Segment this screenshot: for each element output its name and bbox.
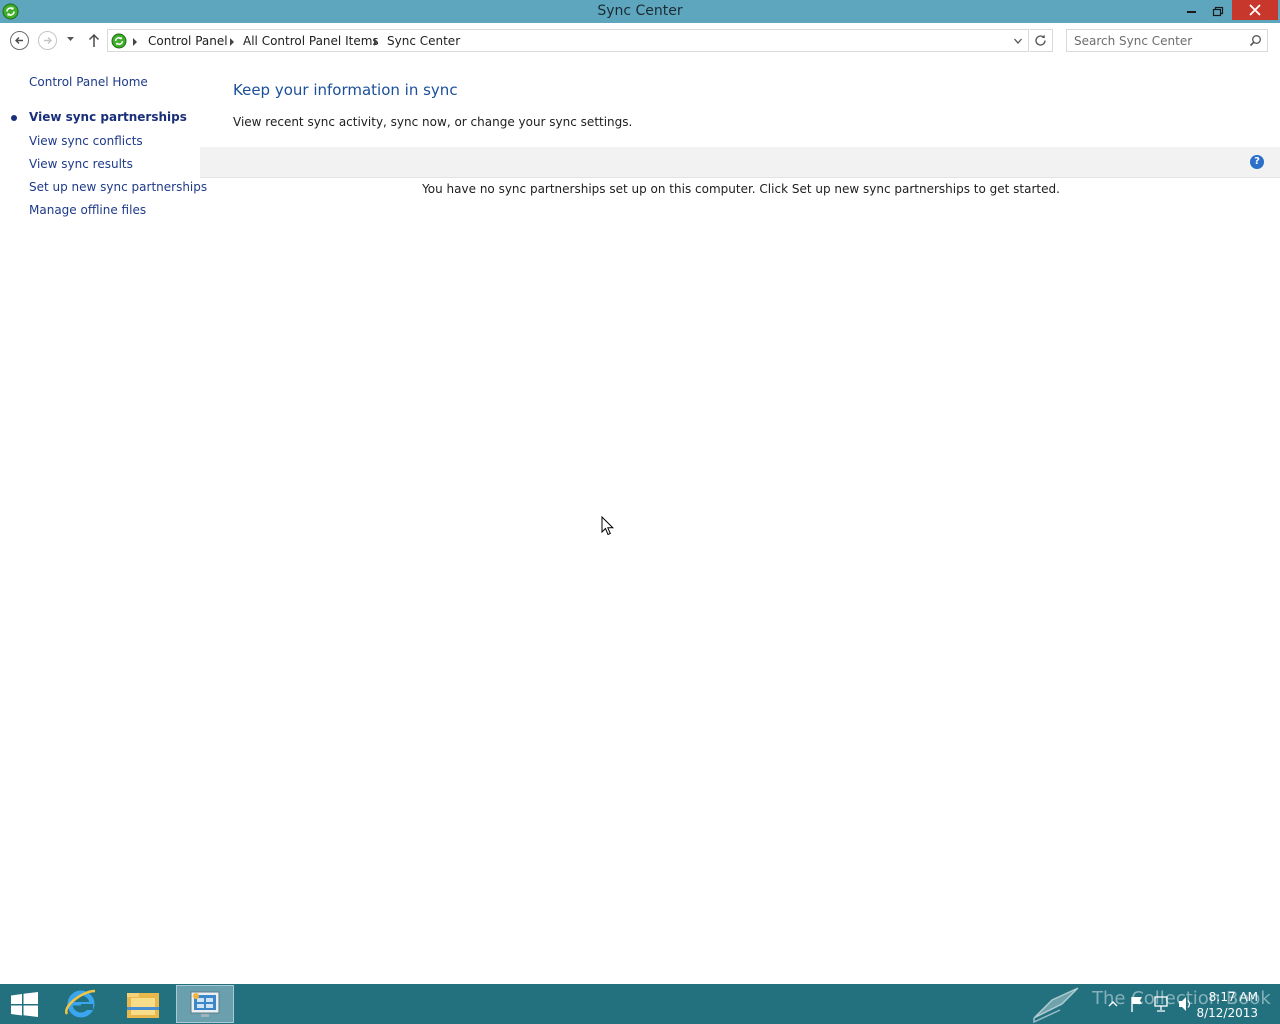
- minimize-icon: [1187, 11, 1196, 13]
- watermark: The Collection Book: [1030, 984, 1271, 1024]
- forward-arrow-icon: [44, 37, 52, 44]
- book-logo-icon: [1033, 987, 1079, 1024]
- clock-time: 8:17 AM: [1208, 990, 1258, 1004]
- taskbar-internet-explorer[interactable]: [52, 985, 110, 1023]
- file-explorer-icon: [127, 993, 159, 1018]
- search-icon[interactable]: [1249, 34, 1262, 47]
- title-bar: Sync Center: [0, 0, 1280, 23]
- search-box: [1066, 29, 1268, 52]
- sidebar-item-set-up-new-sync-partnerships[interactable]: Set up new sync partnerships: [29, 180, 207, 194]
- breadcrumb-separator-icon[interactable]: [374, 38, 378, 46]
- restore-icon: [1212, 6, 1224, 17]
- breadcrumb-control-panel[interactable]: Control Panel: [148, 34, 228, 48]
- breadcrumb-separator-icon[interactable]: [133, 38, 137, 46]
- window-title: Sync Center: [597, 3, 683, 19]
- page-description: View recent sync activity, sync now, or …: [233, 115, 633, 129]
- taskbar-control-panel-active[interactable]: [176, 985, 234, 1023]
- help-icon[interactable]: ?: [1250, 155, 1264, 169]
- recent-locations-dropdown-icon[interactable]: [66, 35, 75, 43]
- volume-speaker-icon[interactable]: [1176, 984, 1194, 1024]
- control-panel-home-link[interactable]: Control Panel Home: [29, 75, 148, 89]
- left-navigation-pane: Control Panel Home View sync partnership…: [0, 59, 207, 984]
- system-clock[interactable]: 8:17 AM 8/12/2013: [1196, 989, 1258, 1021]
- sidebar-item-manage-offline-files[interactable]: Manage offline files: [29, 203, 146, 217]
- refresh-button[interactable]: [1030, 29, 1053, 52]
- clock-date: 8/12/2013: [1196, 1006, 1258, 1020]
- network-icon[interactable]: [1152, 984, 1170, 1024]
- command-bar: ?: [200, 147, 1280, 178]
- navigation-bar: Control Panel All Control Panel Items Sy…: [0, 23, 1280, 59]
- empty-state-message: You have no sync partnerships set up on …: [422, 182, 1060, 196]
- forward-button[interactable]: [38, 31, 57, 50]
- action-center-flag-icon[interactable]: [1128, 984, 1146, 1024]
- sidebar-item-view-sync-conflicts[interactable]: View sync conflicts: [29, 134, 143, 148]
- address-bar[interactable]: Control Panel All Control Panel Items Sy…: [107, 29, 1029, 52]
- taskbar-file-explorer[interactable]: [114, 985, 172, 1023]
- internet-explorer-icon: [65, 989, 96, 1018]
- address-history-dropdown-icon[interactable]: [1013, 34, 1023, 48]
- control-panel-icon: [190, 991, 220, 1017]
- breadcrumb-sync-center[interactable]: Sync Center: [387, 34, 460, 48]
- page-title: Keep your information in sync: [233, 81, 458, 99]
- back-button[interactable]: [10, 31, 29, 50]
- mouse-pointer-icon: [601, 516, 615, 536]
- close-icon: [1249, 4, 1261, 16]
- sync-center-icon: [111, 33, 127, 49]
- taskbar: The Collection Book 8:17 AM 8/12/2013: [0, 984, 1280, 1024]
- restore-button[interactable]: [1205, 0, 1232, 20]
- search-input[interactable]: [1068, 31, 1242, 50]
- main-content: Keep your information in sync View recen…: [200, 59, 1280, 984]
- sidebar-item-view-sync-partnerships[interactable]: View sync partnerships: [29, 110, 187, 124]
- breadcrumb-all-control-panel-items[interactable]: All Control Panel Items: [243, 34, 379, 48]
- show-hidden-icons-chevron-icon[interactable]: [1106, 984, 1120, 1024]
- up-arrow-icon[interactable]: [87, 32, 101, 48]
- refresh-icon: [1035, 34, 1046, 46]
- breadcrumb-separator-icon[interactable]: [230, 38, 234, 46]
- sidebar-item-view-sync-results[interactable]: View sync results: [29, 157, 133, 171]
- minimize-button[interactable]: [1178, 0, 1205, 20]
- active-item-bullet: [11, 115, 17, 121]
- start-button-windows-logo-icon[interactable]: [10, 992, 40, 1017]
- close-button[interactable]: [1232, 0, 1278, 20]
- back-arrow-icon: [15, 37, 23, 44]
